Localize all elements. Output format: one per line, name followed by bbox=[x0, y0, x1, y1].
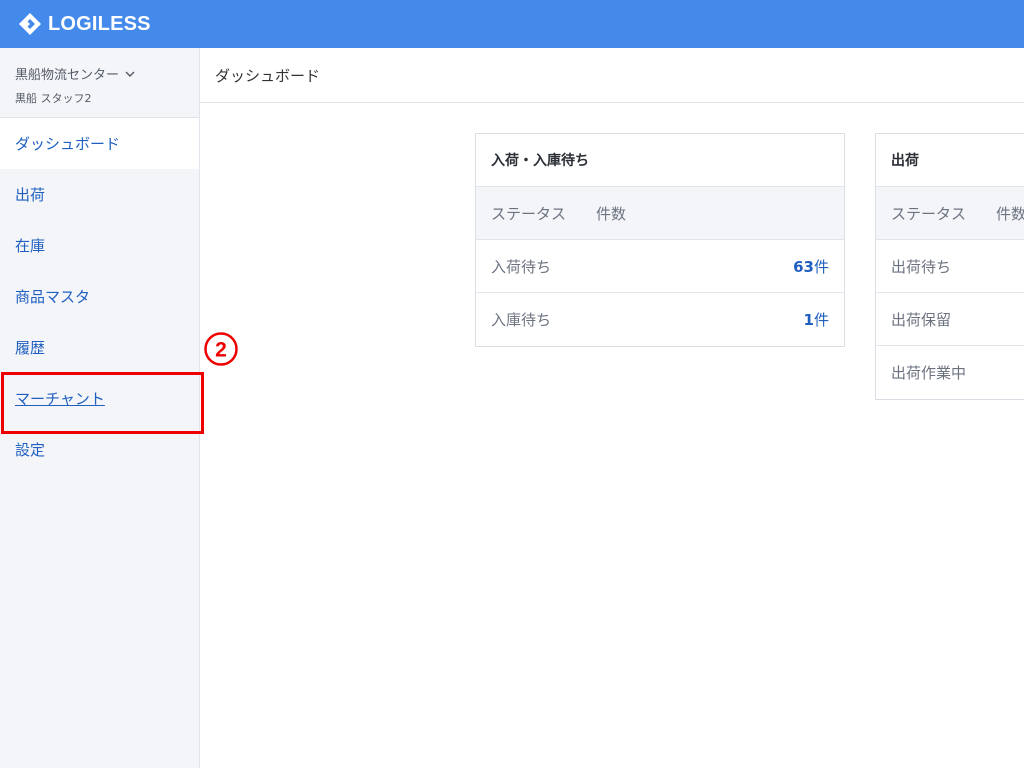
table-header: ステータス 件数 bbox=[476, 187, 844, 240]
count-unit: 件 bbox=[813, 311, 829, 329]
table-row: 入荷待ち 63件 bbox=[476, 240, 844, 293]
column-header-status: ステータス bbox=[491, 204, 567, 223]
org-name: 黒船物流センター bbox=[15, 68, 120, 83]
status-label: 出荷保留 bbox=[891, 310, 952, 329]
count-unit: 件 bbox=[813, 257, 829, 276]
column-header-count: 件数 bbox=[596, 204, 627, 223]
count-link[interactable]: 1件 bbox=[804, 309, 829, 330]
column-header-status: ステータス bbox=[891, 204, 967, 223]
count-value: 63 bbox=[793, 257, 814, 276]
status-label: 入庫待ち bbox=[491, 311, 552, 329]
sidebar-item-label: マーチャント bbox=[15, 390, 105, 408]
top-bar: LOGILESS bbox=[0, 0, 1024, 48]
logiless-logo-icon bbox=[19, 13, 41, 35]
sidebar-item-label: 出荷 bbox=[15, 186, 46, 204]
table-row: 出荷作業中 bbox=[876, 346, 1024, 399]
shipping-card: 出荷 ステータス 件数 出荷待ち 出荷保留 出荷作業中 bbox=[875, 133, 1024, 400]
logo[interactable]: LOGILESS bbox=[18, 12, 151, 36]
status-label: 入荷待ち bbox=[491, 257, 552, 276]
column-header-count: 件数 bbox=[996, 204, 1024, 223]
chevron-down-icon[interactable] bbox=[124, 68, 136, 80]
table-header: ステータス 件数 bbox=[876, 187, 1024, 240]
sidebar-item-label: 在庫 bbox=[15, 237, 46, 255]
page-title: ダッシュボード bbox=[215, 66, 321, 85]
table-row: 入庫待ち 1件 bbox=[476, 293, 844, 346]
sidebar-item-product-master[interactable]: 商品マスタ bbox=[0, 271, 199, 322]
sidebar-item-label: 商品マスタ bbox=[15, 288, 91, 306]
sidebar-item-label: 履歴 bbox=[15, 339, 46, 357]
svg-text:2: 2 bbox=[215, 339, 227, 362]
status-label: 出荷作業中 bbox=[891, 364, 967, 382]
status-label: 出荷待ち bbox=[891, 257, 952, 276]
sidebar-item-shipping[interactable]: 出荷 bbox=[0, 169, 199, 220]
sidebar-item-inventory[interactable]: 在庫 bbox=[0, 220, 199, 271]
org-switcher[interactable]: 黒船物流センター 黒船 スタッフ2 bbox=[0, 48, 199, 118]
table-row: 出荷待ち bbox=[876, 240, 1024, 293]
sidebar-item-merchant[interactable]: マーチャント bbox=[0, 372, 204, 434]
sidebar-item-label: ダッシュボード bbox=[15, 135, 121, 153]
sidebar-item-history[interactable]: 履歴 bbox=[0, 322, 199, 373]
count-value: 1 bbox=[803, 311, 814, 329]
card-title: 入荷・入庫待ち bbox=[476, 134, 844, 187]
table-row: 出荷保留 bbox=[876, 293, 1024, 346]
sidebar: 黒船物流センター 黒船 スタッフ2 ダッシュボード 出荷 在庫 商品マスタ 履歴… bbox=[0, 48, 204, 768]
sidebar-item-label: 設定 bbox=[15, 441, 46, 459]
sidebar-item-dashboard[interactable]: ダッシュボード bbox=[0, 118, 199, 169]
page-header: ダッシュボード bbox=[200, 48, 1024, 103]
user-name: 黒船 スタッフ2 bbox=[15, 92, 92, 105]
logo-text: LOGILESS bbox=[48, 12, 151, 35]
count-link[interactable]: 63件 bbox=[793, 256, 829, 277]
card-title: 出荷 bbox=[876, 134, 1024, 187]
arrival-card: 入荷・入庫待ち ステータス 件数 入荷待ち 63件 入庫待ち 1件 bbox=[475, 133, 845, 347]
step-marker-2: 2 bbox=[204, 332, 238, 366]
sidebar-item-settings[interactable]: 設定 bbox=[0, 424, 199, 475]
